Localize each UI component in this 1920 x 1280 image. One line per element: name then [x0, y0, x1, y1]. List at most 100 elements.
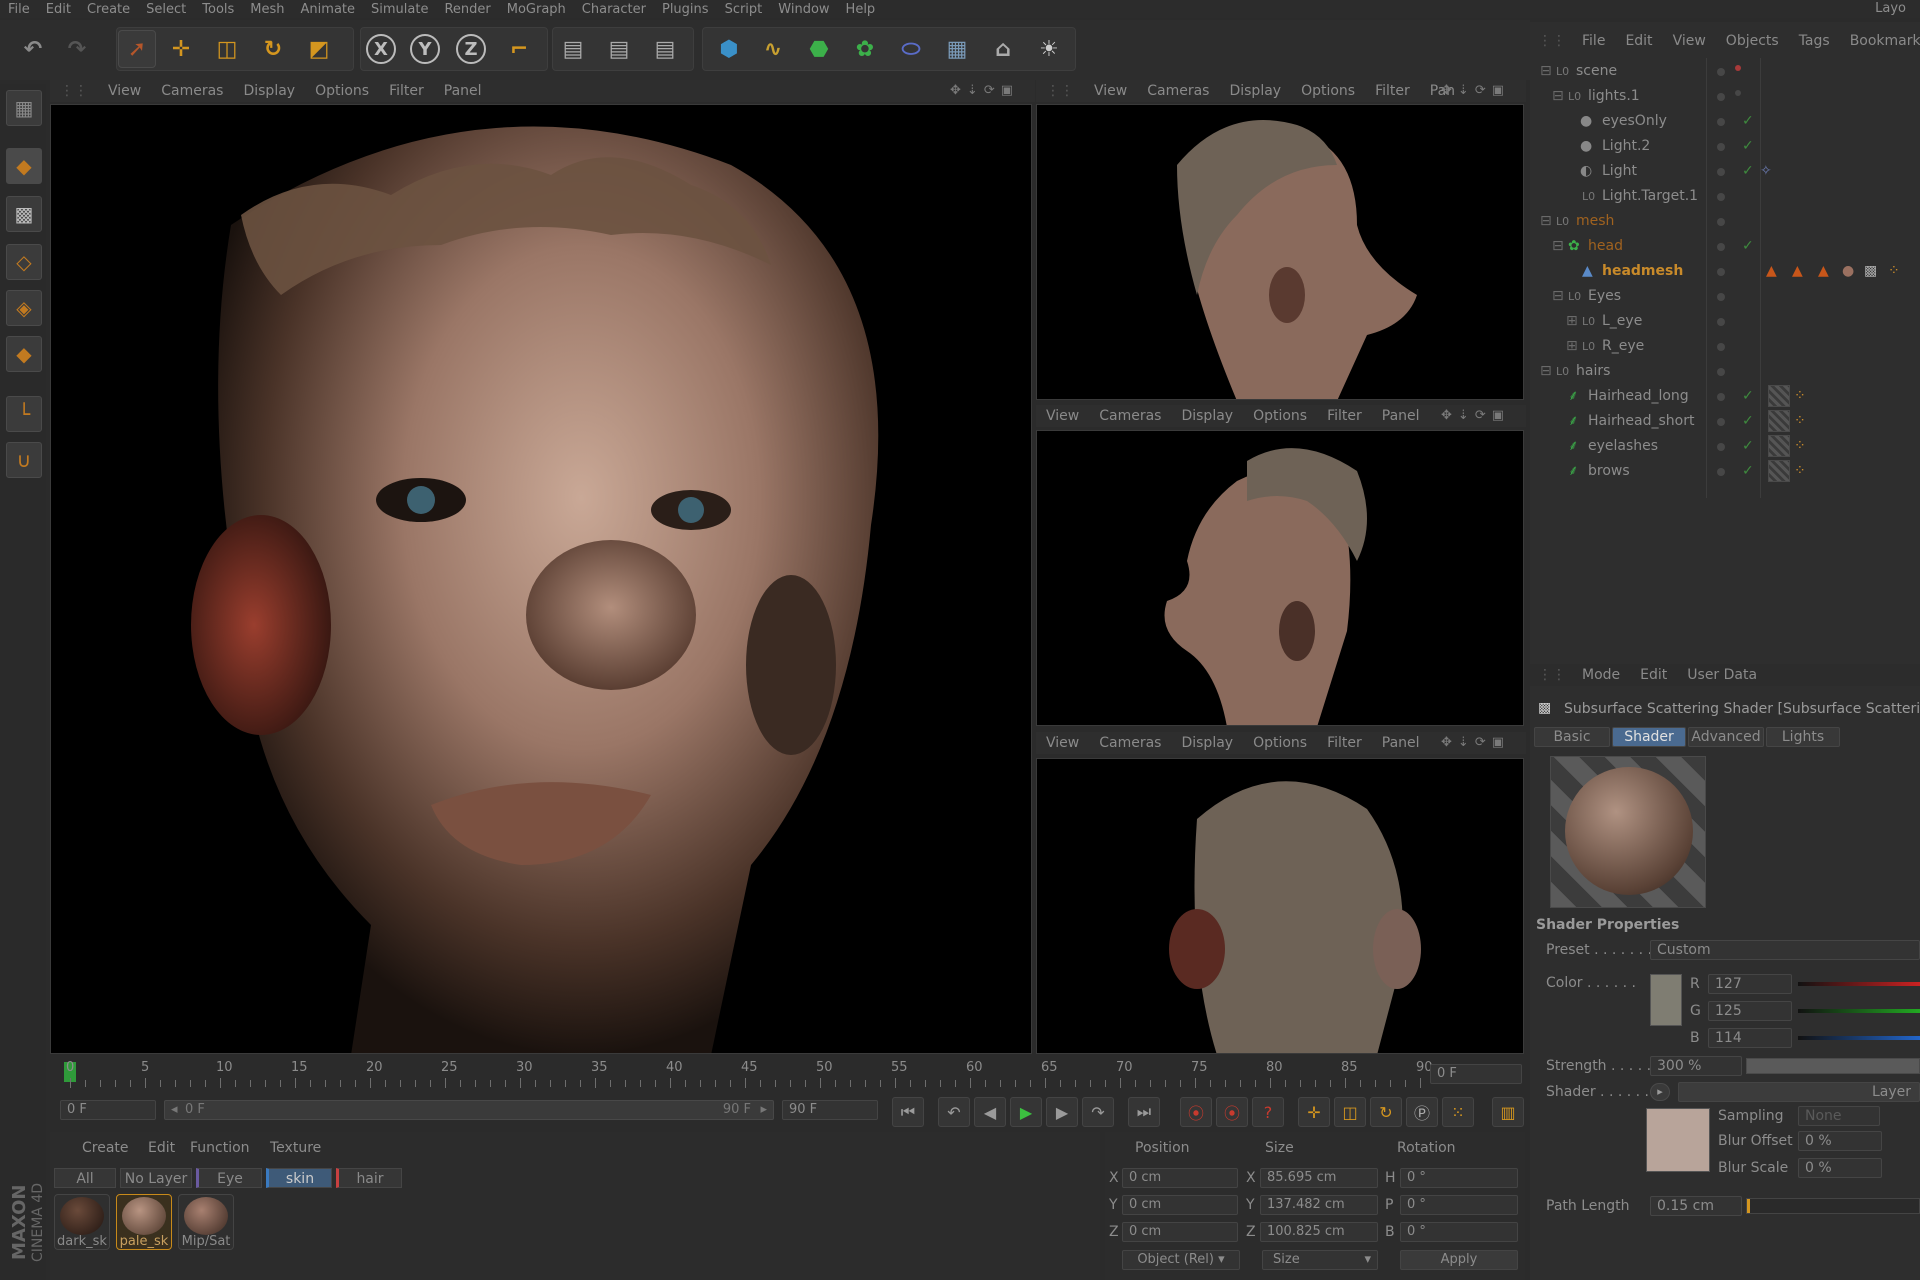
axis-mode-icon[interactable]: └ [6, 396, 42, 432]
menu-help[interactable]: Help [838, 2, 884, 17]
record-rotation-icon[interactable]: ↻ [1370, 1097, 1402, 1127]
path-length-slider[interactable] [1746, 1198, 1920, 1214]
size-mode-select[interactable]: Size ▾ [1262, 1250, 1378, 1270]
end-frame-field[interactable]: 90 F [782, 1100, 878, 1120]
size-z-field[interactable]: 100.825 cm [1260, 1222, 1378, 1242]
rotation-b-field[interactable]: 0 ° [1400, 1222, 1518, 1242]
vp-main-display[interactable]: Display [233, 83, 305, 99]
material-dark-sk[interactable]: dark_sk [54, 1194, 110, 1250]
tree-row-head[interactable]: ⊟ ✿ head ✓ [1530, 234, 1920, 259]
shader-expand-icon[interactable]: ▸ [1650, 1083, 1670, 1101]
previous-frame-icon[interactable]: ◀ [974, 1097, 1006, 1127]
vp-side-display[interactable]: Display [1171, 408, 1243, 424]
live-select-icon[interactable]: ◩ [300, 30, 338, 68]
om-view-menu[interactable]: View [1663, 33, 1716, 49]
size-y-field[interactable]: 137.482 cm [1260, 1195, 1378, 1215]
texture-mode-icon[interactable]: ▩ [6, 196, 42, 232]
tree-row-light[interactable]: ◐ Light ✓ ✧ [1530, 159, 1920, 184]
previous-key-icon[interactable]: ↶ [938, 1097, 970, 1127]
x-axis-icon[interactable]: X [362, 30, 400, 68]
vp-side-cameras[interactable]: Cameras [1089, 408, 1171, 424]
viewport-nav-icons[interactable]: ✥⇣⟳▣ [940, 80, 1029, 102]
menu-mesh[interactable]: Mesh [242, 2, 292, 17]
timeline-window-icon[interactable]: ▥ [1492, 1097, 1524, 1127]
floor-icon[interactable]: ▦ [938, 30, 976, 68]
om-tags-menu[interactable]: Tags [1789, 33, 1840, 49]
menu-window[interactable]: Window [770, 2, 837, 17]
record-parameter-icon[interactable]: Ⓟ [1406, 1097, 1438, 1127]
menu-mograph[interactable]: MoGraph [499, 2, 574, 17]
play-icon[interactable]: ▶ [1010, 1097, 1042, 1127]
frame-range-slider[interactable]: ◂ 0 F 90 F ▸ [164, 1100, 774, 1120]
vp-back-cameras[interactable]: Cameras [1089, 735, 1171, 751]
vp-right-display[interactable]: Display [1219, 83, 1291, 99]
record-scale-icon[interactable]: ◫ [1334, 1097, 1366, 1127]
edges-mode-icon[interactable]: ◈ [6, 290, 42, 326]
tree-row-mesh[interactable]: ⊟ L0 mesh [1530, 209, 1920, 234]
camera-icon[interactable]: ⌂ [984, 30, 1022, 68]
vp-main-filter[interactable]: Filter [379, 83, 434, 99]
mm-texture-menu[interactable]: Texture [270, 1140, 321, 1156]
shader-preview[interactable] [1550, 756, 1706, 908]
go-to-start-icon[interactable]: ⏮ [892, 1097, 924, 1127]
y-axis-icon[interactable]: Y [406, 30, 444, 68]
vp-main-cameras[interactable]: Cameras [151, 83, 233, 99]
vp-back-options[interactable]: Options [1243, 735, 1317, 751]
tree-row-r-eye[interactable]: ⊞ L0 R_eye [1530, 334, 1920, 359]
array-icon[interactable]: ✿ [846, 30, 884, 68]
viewport-right[interactable] [1036, 104, 1524, 400]
vp-back-view[interactable]: View [1036, 735, 1089, 751]
record-active-icon[interactable]: ⦿ [1180, 1097, 1212, 1127]
blur-scale-field[interactable]: 0 % [1798, 1158, 1882, 1178]
menu-edit[interactable]: Edit [38, 2, 79, 17]
record-position-icon[interactable]: ✛ [1298, 1097, 1330, 1127]
am-user-data-menu[interactable]: User Data [1677, 667, 1767, 683]
rotation-h-field[interactable]: 0 ° [1400, 1168, 1518, 1188]
position-z-field[interactable]: 0 cm [1122, 1222, 1238, 1242]
tree-row-hairhead-short[interactable]: ⸙ Hairhead_short ✓ ⁘ [1530, 409, 1920, 434]
mm-edit-menu[interactable]: Edit [148, 1140, 175, 1156]
viewport-nav-icons[interactable]: ✥⇣⟳▣ [1431, 80, 1520, 102]
polygons-mode-icon[interactable]: ◆ [6, 336, 42, 372]
blur-offset-field[interactable]: 0 % [1798, 1131, 1882, 1151]
menu-character[interactable]: Character [574, 2, 654, 17]
tree-row-light-target-1[interactable]: L0 Light.Target.1 [1530, 184, 1920, 209]
vp-side-options[interactable]: Options [1243, 408, 1317, 424]
points-mode-icon[interactable]: ◇ [6, 244, 42, 280]
viewport-nav-icons[interactable]: ✥⇣⟳▣ [1431, 405, 1520, 427]
tree-row-scene[interactable]: ⊟ L0 scene [1530, 59, 1920, 84]
layout-menu[interactable]: Layo [1867, 0, 1914, 18]
vp-right-options[interactable]: Options [1291, 83, 1365, 99]
mm-create-menu[interactable]: Create [82, 1140, 129, 1156]
redo-icon[interactable]: ↷ [58, 30, 96, 68]
select-arrow-icon[interactable]: ➚ [118, 30, 156, 68]
color-b-field[interactable]: 114 [1708, 1028, 1792, 1048]
tab-basic[interactable]: Basic [1534, 727, 1610, 747]
strength-slider[interactable] [1746, 1058, 1920, 1074]
menu-plugins[interactable]: Plugins [654, 2, 717, 17]
tree-row-lights-1[interactable]: ⊟ L0 lights.1 [1530, 84, 1920, 109]
position-y-field[interactable]: 0 cm [1122, 1195, 1238, 1215]
am-mode-menu[interactable]: Mode [1572, 667, 1630, 683]
rotation-p-field[interactable]: 0 ° [1400, 1195, 1518, 1215]
om-bookmarks-menu[interactable]: Bookmarks [1840, 33, 1920, 49]
position-x-field[interactable]: 0 cm [1122, 1168, 1238, 1188]
menu-tools[interactable]: Tools [194, 2, 242, 17]
slider-handle[interactable] [1747, 1199, 1750, 1213]
tree-row-l-eye[interactable]: ⊞ L0 L_eye [1530, 309, 1920, 334]
layer-tab-all[interactable]: All [54, 1168, 116, 1188]
record-pla-icon[interactable]: ⁙ [1442, 1097, 1474, 1127]
menu-render[interactable]: Render [436, 2, 498, 17]
menu-create[interactable]: Create [79, 2, 138, 17]
vp-side-view[interactable]: View [1036, 408, 1089, 424]
menu-file[interactable]: File [0, 2, 38, 17]
viewport-perspective[interactable] [50, 104, 1032, 1054]
autokey-icon[interactable]: ⦿ [1216, 1097, 1248, 1127]
tree-row-hairhead-long[interactable]: ⸙ Hairhead_long ✓ ⁘ [1530, 384, 1920, 409]
next-frame-icon[interactable]: ▶ [1046, 1097, 1078, 1127]
cube-icon[interactable]: ⬢ [710, 30, 748, 68]
deformer-icon[interactable]: ⬭ [892, 30, 930, 68]
rotate-icon[interactable]: ↻ [254, 30, 292, 68]
menu-animate[interactable]: Animate [293, 2, 363, 17]
color-swatch[interactable] [1650, 974, 1682, 1026]
